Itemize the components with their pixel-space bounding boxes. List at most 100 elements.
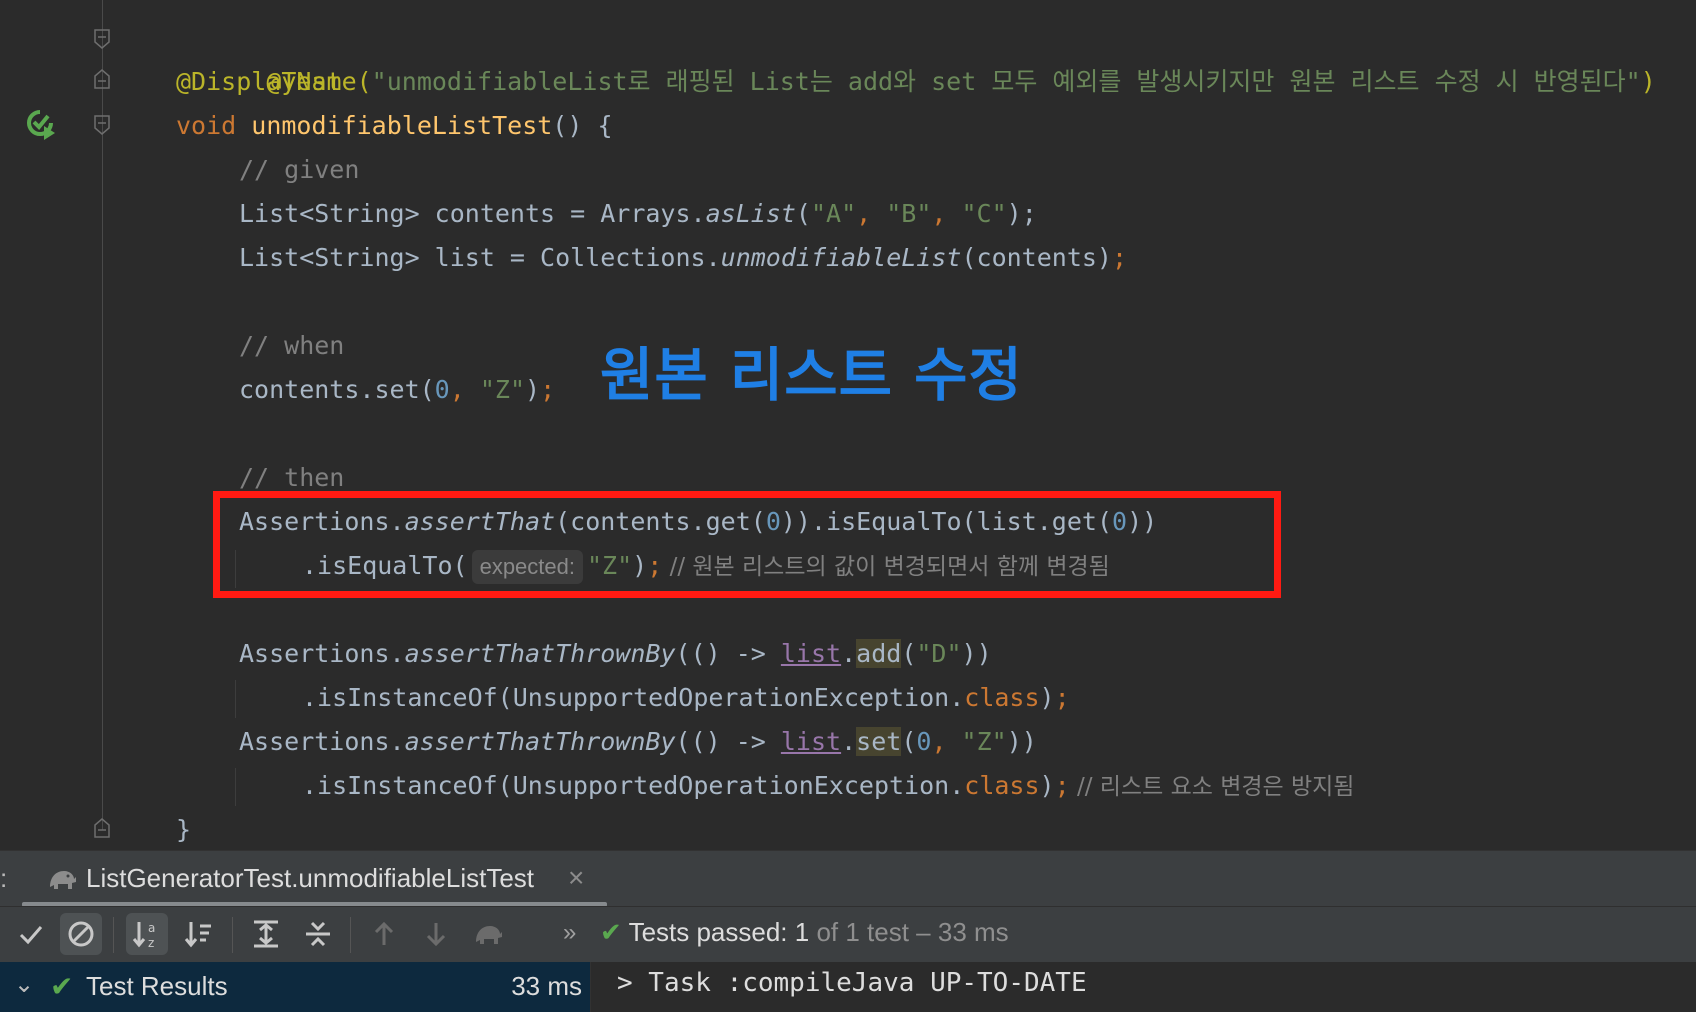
highlight-box bbox=[213, 491, 1281, 598]
test-status: ✔ Tests passed: 1 of 1 test – 33 ms bbox=[600, 917, 1009, 948]
toolbar-separator bbox=[350, 917, 351, 953]
cancel-icon[interactable] bbox=[60, 913, 102, 955]
code-string: "D" bbox=[916, 639, 962, 668]
check-icon[interactable] bbox=[10, 913, 52, 955]
fold-marker-icon[interactable] bbox=[93, 68, 111, 90]
chevron-down-icon[interactable]: ⌄ bbox=[14, 970, 34, 999]
status-suffix: of 1 test – 33 ms bbox=[809, 917, 1009, 947]
code-text: . bbox=[841, 727, 857, 756]
test-runner-toolbar: az » ✔ Tests passed: 1 of 1 test – 33 ms bbox=[0, 906, 1696, 963]
code-text: ); bbox=[1006, 199, 1037, 228]
comment-then: // then bbox=[239, 463, 345, 492]
code-text: contents.set( bbox=[239, 375, 435, 404]
code-highlighted-method: set bbox=[856, 727, 902, 756]
code-text: (contents) bbox=[961, 243, 1112, 272]
sort-alpha-icon[interactable]: az bbox=[126, 913, 168, 955]
console-line: > Task :compileJava UP-TO-DATE bbox=[617, 968, 1087, 998]
code-static-call: assertThatThrownBy bbox=[404, 639, 676, 668]
code-line: Assertions.assertThatThrownBy(() -> list… bbox=[239, 632, 992, 676]
tab-prefix: : bbox=[0, 863, 8, 893]
fold-marker-icon[interactable] bbox=[93, 28, 111, 50]
tab-run-config[interactable]: ListGeneratorTest.unmodifiableListTest × bbox=[22, 851, 607, 907]
run-test-icon[interactable] bbox=[24, 108, 56, 140]
passed-check-icon: ✔ bbox=[600, 917, 622, 947]
code-comma: , bbox=[449, 375, 480, 404]
status-count: 1 bbox=[794, 917, 810, 947]
code-editor[interactable]: @Test @DisplayName("unmodifiableList로 래핑… bbox=[0, 0, 1696, 850]
closing-brace: } bbox=[176, 815, 192, 844]
arrow-down-icon[interactable] bbox=[415, 913, 457, 955]
fold-marker-icon[interactable] bbox=[93, 114, 111, 136]
code-comma: , bbox=[856, 199, 887, 228]
close-icon[interactable]: × bbox=[568, 862, 584, 894]
code-line: List<String> contents = Arrays.asList("A… bbox=[239, 192, 1037, 236]
code-line: // when bbox=[239, 324, 344, 368]
code-string: "Z" bbox=[479, 375, 525, 404]
tab-title: ListGeneratorTest.unmodifiableListTest bbox=[86, 863, 535, 893]
code-text: )) bbox=[1006, 727, 1037, 756]
code-text: ) bbox=[1039, 683, 1055, 712]
sort-duration-icon[interactable] bbox=[178, 913, 220, 955]
void-keyword: void bbox=[176, 111, 252, 140]
collapse-all-icon[interactable] bbox=[297, 913, 339, 955]
comment-given: // given bbox=[239, 155, 360, 184]
toolbar-separator bbox=[232, 917, 233, 953]
inline-comment: // 리스트 요소 변경은 방지됨 bbox=[1069, 774, 1355, 800]
display-name-string: "unmodifiableList로 래핑된 List는 add와 set 모두… bbox=[371, 67, 1641, 96]
code-line: // given bbox=[239, 148, 359, 192]
test-results-row[interactable]: ⌄ ✔ Test Results 33 ms bbox=[0, 962, 590, 1012]
code-comma: , bbox=[931, 199, 962, 228]
code-text: ) bbox=[525, 375, 541, 404]
rerun-icon[interactable] bbox=[467, 913, 509, 955]
code-text: Assertions. bbox=[239, 639, 405, 668]
svg-text:a: a bbox=[148, 921, 155, 935]
more-chevron-icon[interactable]: » bbox=[563, 919, 576, 947]
console-output[interactable]: > Task :compileJava UP-TO-DATE bbox=[590, 962, 1696, 1012]
comment-when: // when bbox=[239, 331, 345, 360]
code-comma: , bbox=[931, 727, 962, 756]
code-line: List<String> list = Collections.unmodifi… bbox=[239, 236, 1127, 280]
code-text: List<String> list = Collections. bbox=[239, 243, 721, 272]
code-static-call: assertThatThrownBy bbox=[404, 727, 676, 756]
code-string: "Z" bbox=[961, 727, 1007, 756]
code-text: ( bbox=[795, 199, 811, 228]
gradle-elephant-icon bbox=[46, 865, 78, 893]
test-results-label: Test Results bbox=[86, 971, 228, 1001]
code-number: 0 bbox=[434, 375, 450, 404]
code-semicolon: ; bbox=[1111, 243, 1128, 272]
code-semicolon: ; bbox=[540, 375, 556, 404]
fold-marker-icon[interactable] bbox=[93, 817, 111, 839]
code-line: .isInstanceOf(UnsupportedOperationExcept… bbox=[302, 764, 1354, 808]
method-name: unmodifiableListTest bbox=[251, 111, 553, 140]
code-line: } bbox=[176, 808, 191, 850]
code-line: @DisplayName("unmodifiableList로 래핑된 List… bbox=[176, 60, 1656, 104]
code-number: 0 bbox=[916, 727, 932, 756]
code-text: ( bbox=[901, 639, 917, 668]
annotation-displayname: @DisplayName( bbox=[176, 67, 372, 96]
code-string: "B" bbox=[886, 199, 932, 228]
code-line: Assertions.assertThatThrownBy(() -> list… bbox=[239, 720, 1037, 764]
code-variable: list bbox=[780, 727, 842, 756]
code-highlighted-method: add bbox=[856, 639, 902, 668]
code-text: . bbox=[841, 639, 857, 668]
code-text: ) bbox=[1039, 771, 1055, 800]
code-keyword: class bbox=[964, 683, 1040, 712]
indent-guide bbox=[235, 768, 236, 806]
code-line: void unmodifiableListTest() { bbox=[176, 104, 613, 148]
code-static-call: asList bbox=[705, 199, 796, 228]
arrow-up-icon[interactable] bbox=[363, 913, 405, 955]
code-text: )) bbox=[961, 639, 992, 668]
status-prefix: Tests passed: bbox=[628, 917, 795, 947]
code-text: List<String> contents = Arrays. bbox=[239, 199, 706, 228]
code-text: (() -> bbox=[675, 639, 781, 668]
code-line: .isInstanceOf(UnsupportedOperationExcept… bbox=[302, 676, 1070, 720]
expand-all-icon[interactable] bbox=[245, 913, 287, 955]
code-semicolon: ; bbox=[1054, 771, 1070, 800]
code-string: "A" bbox=[810, 199, 857, 228]
annotation-close: ) bbox=[1640, 67, 1656, 96]
code-static-call: unmodifiableList bbox=[720, 243, 962, 272]
method-signature-end: () { bbox=[552, 111, 613, 140]
code-semicolon: ; bbox=[1054, 683, 1070, 712]
code-text: (() -> bbox=[675, 727, 781, 756]
code-string: "C" bbox=[961, 199, 1007, 228]
